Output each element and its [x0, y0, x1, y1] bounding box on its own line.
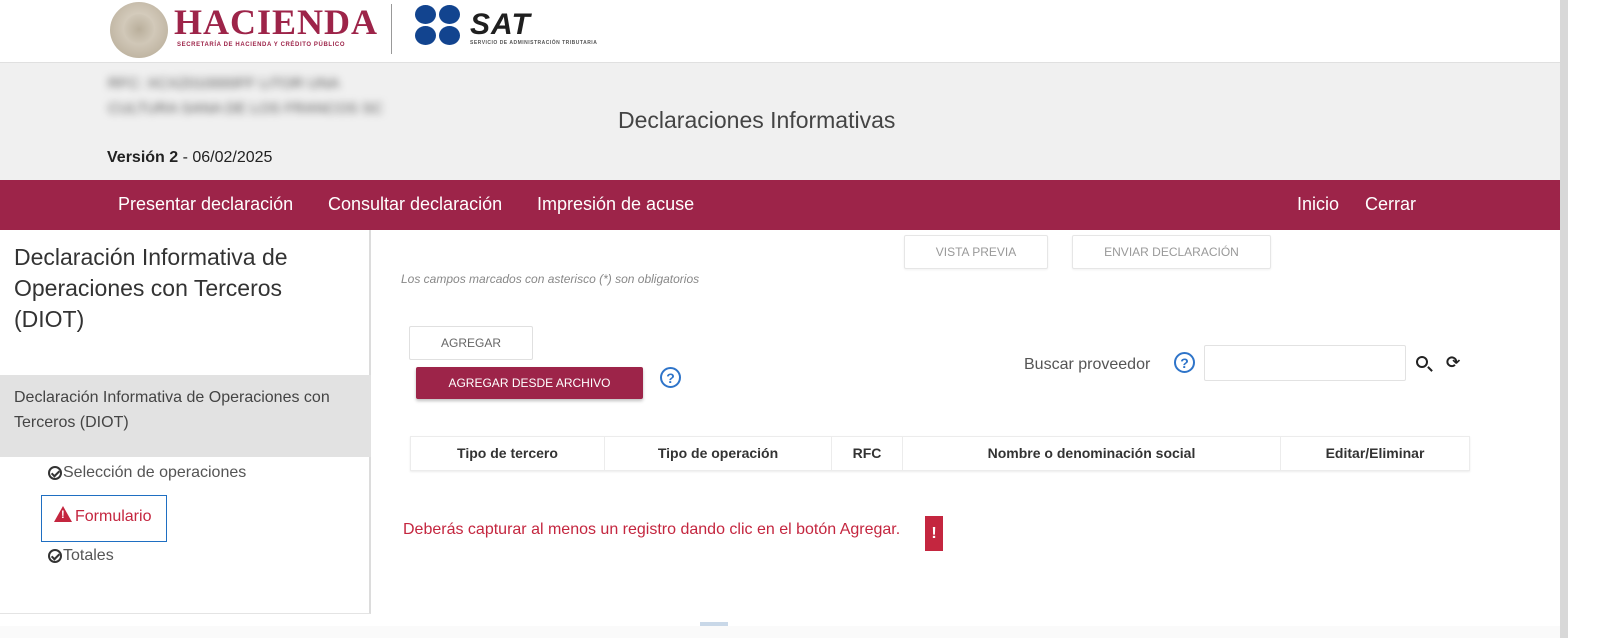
- sat-logo-text: SAT: [470, 8, 531, 41]
- search-label: Buscar proveedor: [1024, 356, 1151, 373]
- agregar-button[interactable]: AGREGAR: [409, 326, 533, 360]
- agregar-desde-archivo-button[interactable]: AGREGAR DESDE ARCHIVO: [416, 367, 643, 399]
- nav-impresion-acuse[interactable]: Impresión de acuse: [537, 194, 694, 215]
- bottom-scroll-indicator: [700, 622, 728, 626]
- coat-of-arms-seal-icon: [110, 2, 168, 58]
- hacienda-logo-text: HACIENDA: [174, 2, 379, 42]
- search-help-icon[interactable]: ?: [1174, 352, 1195, 373]
- column-header-tipo-tercero[interactable]: Tipo de tercero: [411, 437, 605, 470]
- column-header-editar-eliminar[interactable]: Editar/Eliminar: [1281, 437, 1469, 470]
- help-icon[interactable]: ?: [660, 367, 681, 388]
- version-date: - 06/02/2025: [178, 149, 273, 166]
- search-proveedor-input[interactable]: [1204, 345, 1406, 381]
- sat-logo-subtitle: SERVICIO DE ADMINISTRACIÓN TRIBUTARIA: [470, 40, 598, 46]
- window-scrollbar[interactable]: [1560, 0, 1568, 638]
- required-fields-note: Los campos marcados con asterisco (*) so…: [401, 272, 700, 286]
- nav-inicio[interactable]: Inicio: [1297, 194, 1339, 215]
- table-header: Tipo de tercero Tipo de operación RFC No…: [410, 436, 1470, 471]
- column-header-nombre[interactable]: Nombre o denominación social: [903, 437, 1281, 470]
- vista-previa-button[interactable]: VISTA PREVIA: [904, 235, 1048, 269]
- sidebar: Declaración Informativa de Operaciones c…: [0, 230, 371, 614]
- sat-logo-icon: [415, 5, 463, 45]
- logo-divider: [391, 4, 392, 54]
- refresh-icon[interactable]: ⟳: [1446, 354, 1460, 371]
- version-label: Versión 2: [107, 149, 179, 166]
- check-circle-icon: [48, 466, 62, 480]
- logo-bar: HACIENDA SECRETARÍA DE HACIENDA Y CRÉDIT…: [0, 0, 1600, 62]
- sidebar-item-label: Selección de operaciones: [63, 464, 247, 481]
- enviar-declaracion-button[interactable]: ENVIAR DECLARACIÓN: [1072, 235, 1271, 269]
- main-nav: Presentar declaración Consultar declarac…: [0, 180, 1560, 230]
- taxpayer-info-blurred: RFC: XCXZ010000FF LITOR UNA CULTURA SANA…: [108, 75, 383, 117]
- error-badge-icon: !: [925, 516, 943, 551]
- nav-cerrar[interactable]: Cerrar: [1365, 194, 1416, 215]
- nav-presentar-declaracion[interactable]: Presentar declaración: [118, 194, 293, 215]
- check-circle-icon: [48, 549, 62, 563]
- sidebar-section-diot[interactable]: Declaración Informativa de Operaciones c…: [0, 375, 371, 457]
- column-header-tipo-operacion[interactable]: Tipo de operación: [605, 437, 832, 470]
- sidebar-item-seleccion-operaciones[interactable]: Selección de operaciones: [48, 464, 246, 482]
- column-header-rfc[interactable]: RFC: [832, 437, 903, 470]
- sidebar-item-label: Totales: [63, 547, 114, 564]
- warning-icon: [54, 506, 72, 522]
- sidebar-item-label: Formulario: [75, 508, 152, 525]
- sidebar-item-formulario[interactable]: Formulario: [41, 495, 167, 542]
- header-band: RFC: XCXZ010000FF LITOR UNA CULTURA SANA…: [0, 62, 1560, 180]
- bottom-strip: [0, 626, 1560, 638]
- nav-consultar-declaracion[interactable]: Consultar declaración: [328, 194, 502, 215]
- hacienda-logo-subtitle: SECRETARÍA DE HACIENDA Y CRÉDITO PÚBLICO: [177, 42, 346, 48]
- search-icon[interactable]: [1416, 356, 1428, 368]
- error-message: Deberás capturar al menos un registro da…: [403, 521, 901, 538]
- page-title: Declaraciones Informativas: [618, 107, 896, 133]
- version-info: Versión 2 - 06/02/2025: [107, 149, 272, 167]
- sidebar-item-totales[interactable]: Totales: [48, 547, 114, 565]
- sidebar-title: Declaración Informativa de Operaciones c…: [14, 244, 288, 332]
